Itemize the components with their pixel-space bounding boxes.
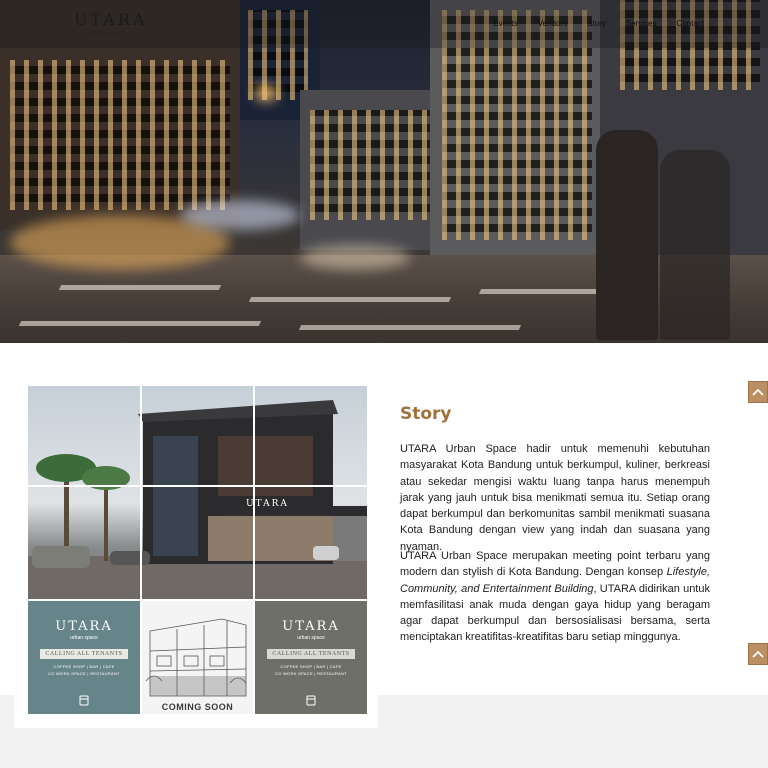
poster-line: CO WORK SPACE | RESTAURANT (275, 671, 347, 676)
poster-tagline: urban space (70, 635, 98, 641)
poster-logo: UTARA (282, 619, 340, 634)
poster-coming-soon[interactable]: COMING SOON (142, 601, 253, 714)
poster-line: COFFEE SHOP | BAR | CAFE (53, 664, 115, 669)
chevron-up-icon (752, 650, 764, 658)
poster-logo: UTARA (55, 619, 113, 634)
nav-link-contact[interactable]: Contact (676, 19, 704, 28)
poster-line: CO WORK SPACE | RESTAURANT (48, 671, 120, 676)
story-paragraph-2-text: UTARA Urban Space merupakan meeting poin… (400, 550, 710, 579)
building-render-image[interactable]: UTARA (28, 386, 367, 599)
navbar: UTARA urban space Events Vendors Story S… (0, 0, 768, 48)
logo-tagline: urban space (87, 30, 127, 36)
poster-banner: CALLING ALL TENANTS (40, 649, 128, 659)
hero-building-mid (300, 90, 440, 250)
nav-link-vendors[interactable]: Vendors (538, 19, 567, 28)
scroll-up-button[interactable] (748, 381, 768, 403)
poster-calling-tenants[interactable]: UTARA urban space CALLING ALL TENANTS CO… (28, 601, 140, 714)
scroll-up-button[interactable] (748, 643, 768, 665)
hero-pedestrian (596, 130, 658, 340)
building-sign: UTARA (246, 499, 289, 509)
hero-pedestrian (660, 150, 730, 340)
chevron-up-icon (752, 388, 764, 396)
poster-banner: CALLING ALL TENANTS (267, 649, 355, 659)
nav-link-services[interactable]: Services (626, 19, 657, 28)
story-paragraph-2: UTARA Urban Space merupakan meeting poin… (400, 548, 710, 646)
cup-icon (79, 695, 89, 706)
poster-tagline: urban space (297, 635, 325, 641)
story-heading: Story (400, 404, 452, 424)
poster-calling-tenants[interactable]: UTARA urban space CALLING ALL TENANTS CO… (255, 601, 367, 714)
coming-soon-label: COMING SOON (161, 702, 234, 712)
hero-image (0, 0, 768, 343)
gallery-mosaic: UTARA UTARA urban space CALLING ALL TENA… (28, 386, 367, 714)
nav-link-story[interactable]: Story (587, 19, 606, 28)
poster-line: COFFEE SHOP | BAR | CAFE (280, 664, 342, 669)
nav-link-events[interactable]: Events (493, 19, 517, 28)
main-nav: Events Vendors Story Services Contact (473, 19, 704, 28)
story-paragraph-1: UTARA Urban Space hadir untuk memenuhi k… (400, 443, 710, 553)
site-logo[interactable]: UTARA urban space (74, 10, 148, 37)
cup-icon (306, 695, 316, 706)
logo-wordmark: UTARA (74, 10, 148, 29)
